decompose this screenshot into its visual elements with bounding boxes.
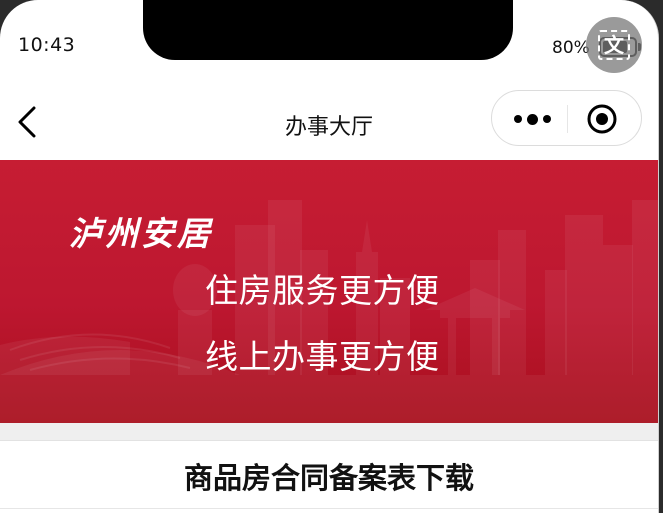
slogan-line-1: 住房服务更方便 bbox=[205, 271, 440, 310]
translate-button[interactable]: 文 bbox=[586, 17, 642, 73]
translate-icon: 文 bbox=[598, 30, 630, 60]
phone-screen: 10:43 80% 文 办事大厅 泸州安居 住房服务更方便 线上办事更方便 商品… bbox=[0, 0, 659, 513]
section-title: 商品房合同备案表下载 bbox=[183, 461, 474, 495]
mini-program-capsule bbox=[491, 90, 642, 146]
camera-notch bbox=[143, 0, 513, 60]
more-dots-icon bbox=[513, 115, 522, 123]
target-close-icon bbox=[587, 104, 617, 134]
more-dot-center bbox=[526, 113, 538, 125]
more-dot-right bbox=[542, 115, 551, 123]
slogan-line-2: 线上办事更方便 bbox=[205, 337, 440, 376]
divider-line bbox=[0, 440, 658, 441]
promo-banner: 泸州安居 住房服务更方便 线上办事更方便 bbox=[0, 160, 658, 423]
close-button[interactable] bbox=[584, 101, 620, 137]
section-divider bbox=[0, 423, 658, 441]
brand-logo: 泸州安居 bbox=[69, 214, 213, 253]
status-time: 10:43 bbox=[18, 34, 76, 56]
nav-bar: 办事大厅 bbox=[0, 78, 658, 160]
status-bar: 10:43 80% 文 bbox=[0, 0, 658, 78]
battery-percent: 80% bbox=[552, 38, 590, 58]
section-bottom-line bbox=[0, 508, 658, 509]
capsule-divider bbox=[567, 105, 568, 133]
more-button[interactable] bbox=[502, 99, 562, 139]
